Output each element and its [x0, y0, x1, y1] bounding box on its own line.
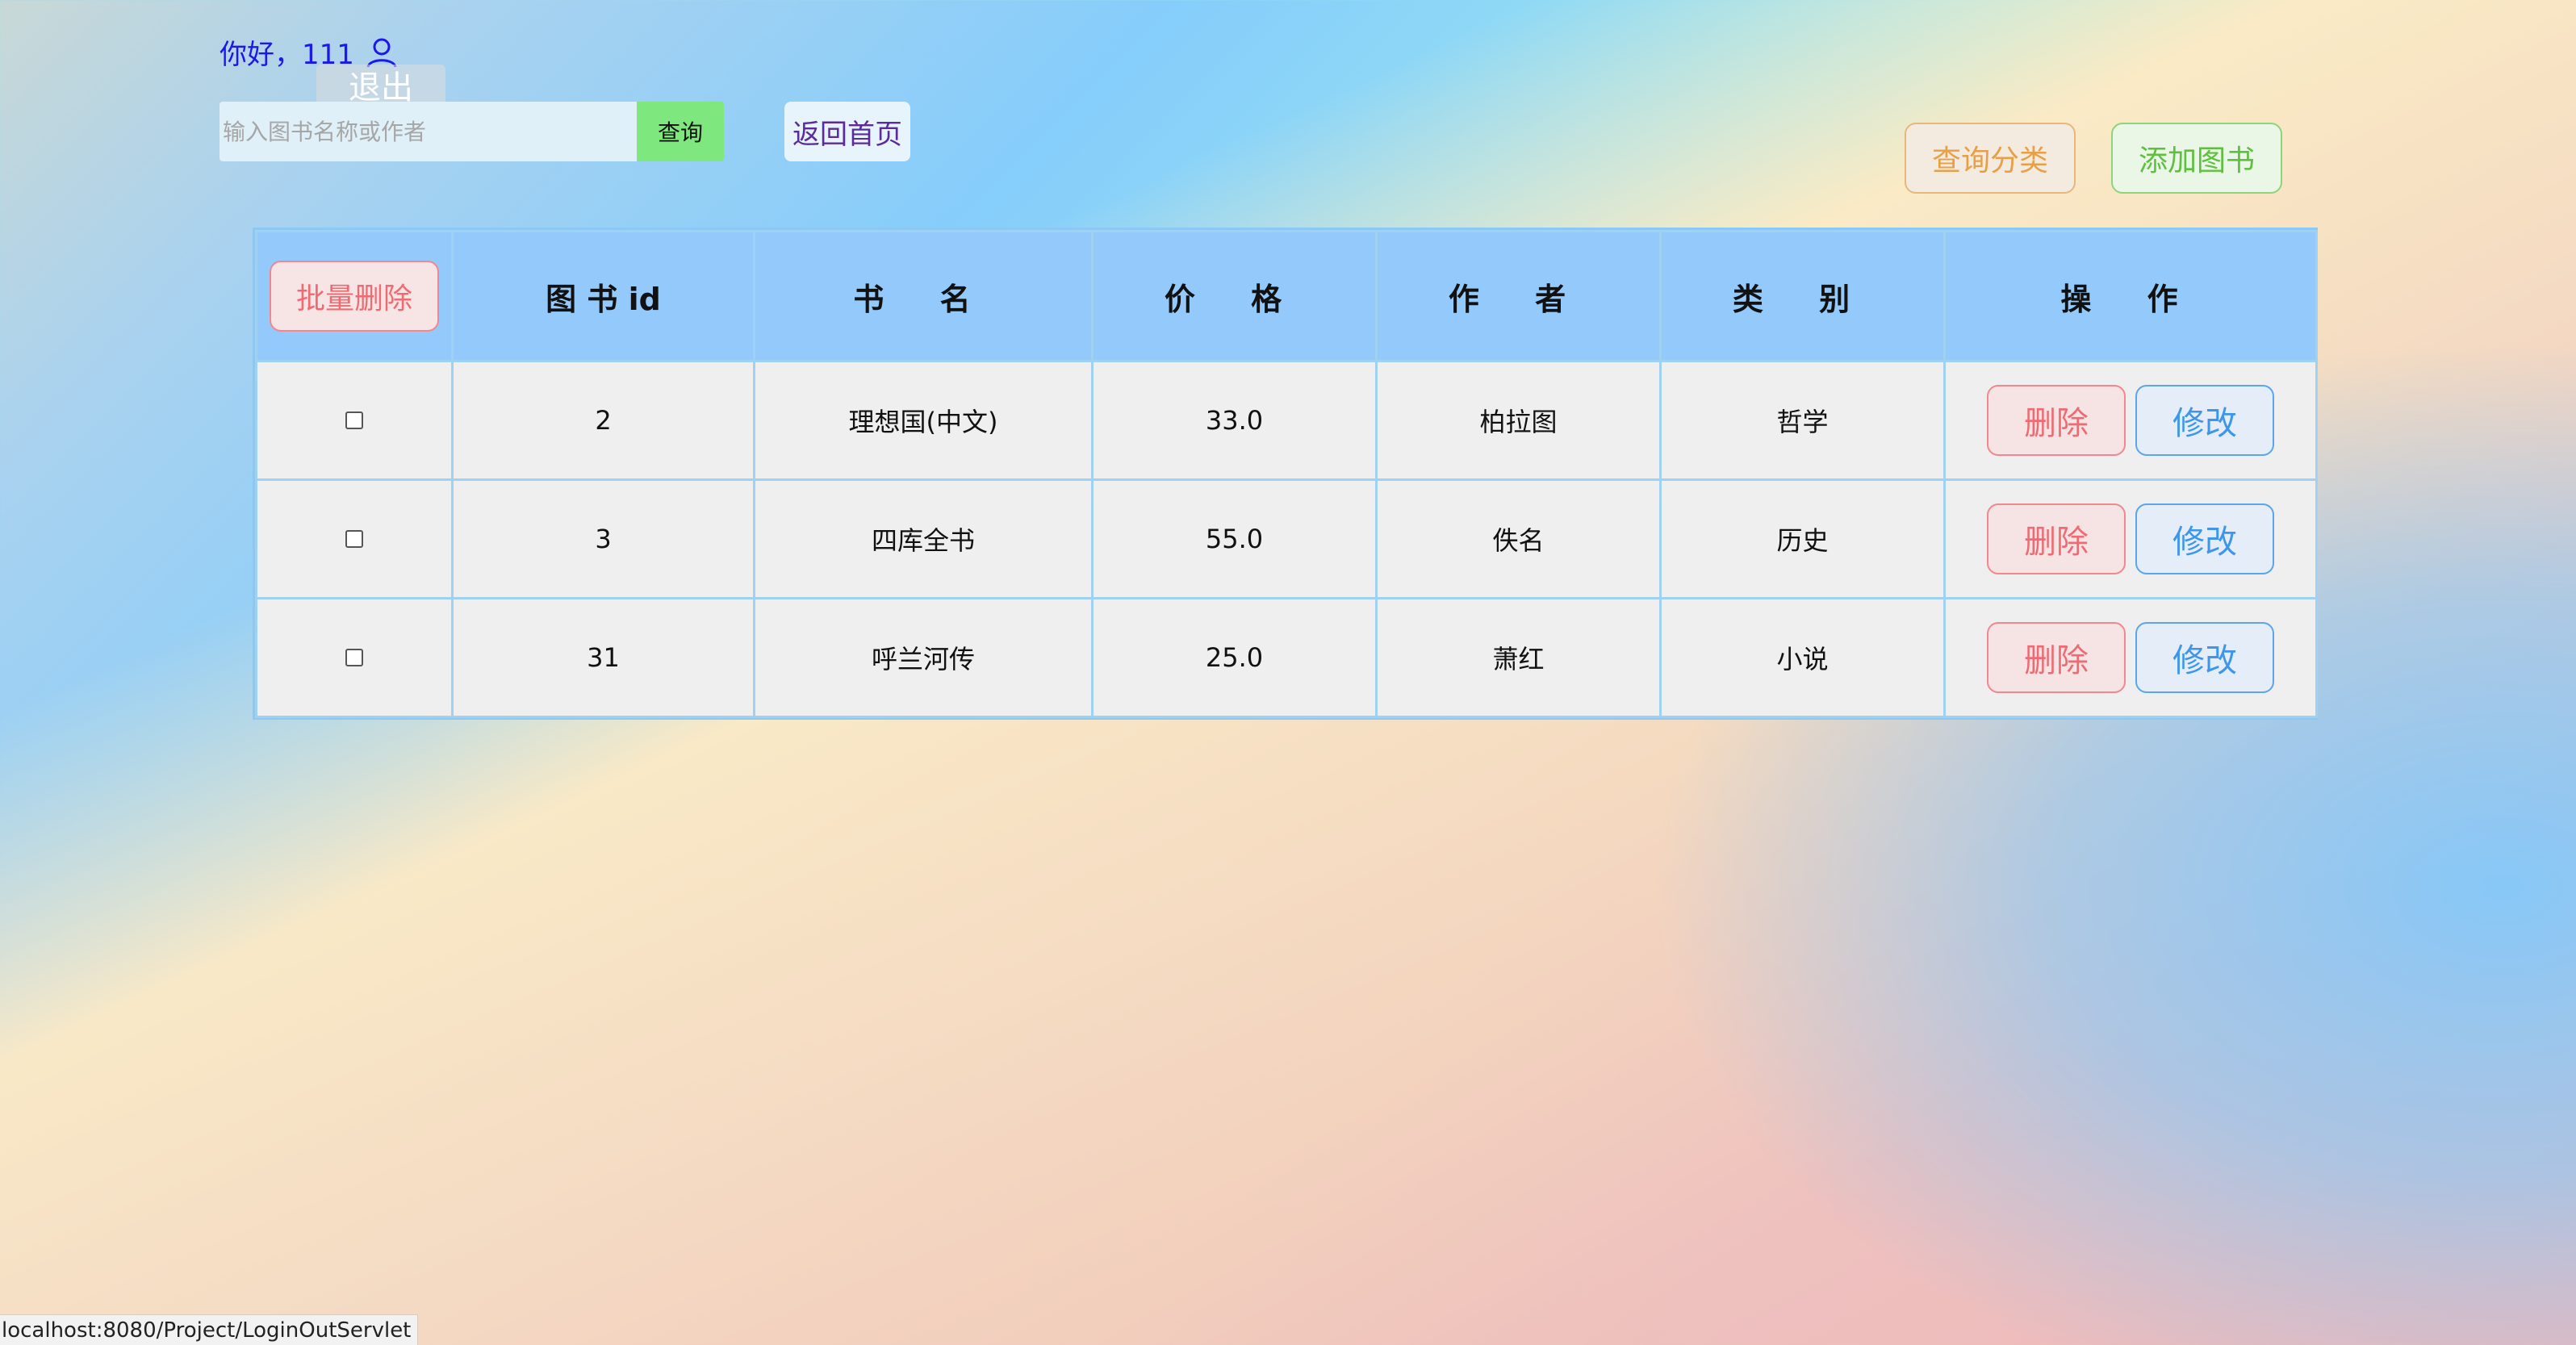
- batch-delete-cell: 批量删除: [255, 230, 454, 362]
- delete-button[interactable]: 删除: [1987, 385, 2126, 456]
- book-name-cell: 四库全书: [753, 478, 1094, 599]
- edit-button[interactable]: 修改: [2135, 622, 2274, 693]
- book-author-cell: 萧红: [1375, 597, 1662, 718]
- add-book-button[interactable]: 添加图书: [2111, 123, 2282, 194]
- row-select-cell: [255, 478, 454, 599]
- status-bar-url: localhost:8080/Project/LoginOutServlet: [0, 1314, 419, 1345]
- row-actions-cell: 删除 修改: [1943, 597, 2318, 718]
- row-select-cell: [255, 597, 454, 718]
- back-home-button[interactable]: 返回首页: [784, 102, 910, 161]
- table-header-row: 批量删除 图 书 id 书 名 价 格 作 者 类 别 操 作: [255, 230, 2318, 362]
- book-name-cell: 理想国(中文): [753, 360, 1094, 481]
- row-actions-cell: 删除 修改: [1943, 360, 2318, 481]
- search-button[interactable]: 查询: [637, 102, 724, 161]
- row-checkbox[interactable]: [345, 530, 363, 548]
- column-header-id: 图 书 id: [451, 230, 755, 362]
- column-header-category: 类 别: [1659, 230, 1946, 362]
- edit-button[interactable]: 修改: [2135, 385, 2274, 456]
- book-id-cell: 2: [451, 360, 755, 481]
- column-header-price: 价 格: [1091, 230, 1378, 362]
- delete-button[interactable]: 删除: [1987, 622, 2126, 693]
- column-header-author: 作 者: [1375, 230, 1662, 362]
- page: 你好，111 退出 查询 返回首页 查询分类 添加图书 批量删除: [0, 0, 2576, 1345]
- row-checkbox[interactable]: [345, 411, 363, 429]
- book-category-cell: 历史: [1659, 478, 1946, 599]
- delete-button[interactable]: 删除: [1987, 503, 2126, 574]
- books-table: 批量删除 图 书 id 书 名 价 格 作 者 类 别 操 作 2 理想国(中文…: [253, 228, 2318, 720]
- column-header-name: 书 名: [753, 230, 1094, 362]
- table-row: 3 四库全书 55.0 佚名 历史 删除 修改: [255, 478, 2318, 599]
- row-select-cell: [255, 360, 454, 481]
- book-name-cell: 呼兰河传: [753, 597, 1094, 718]
- column-header-actions: 操 作: [1943, 230, 2318, 362]
- book-author-cell: 佚名: [1375, 478, 1662, 599]
- edit-button[interactable]: 修改: [2135, 503, 2274, 574]
- table-row: 31 呼兰河传 25.0 萧红 小说 删除 修改: [255, 597, 2318, 718]
- book-price-cell: 25.0: [1091, 597, 1378, 718]
- row-actions-cell: 删除 修改: [1943, 478, 2318, 599]
- book-category-cell: 小说: [1659, 597, 1946, 718]
- book-price-cell: 55.0: [1091, 478, 1378, 599]
- batch-delete-button[interactable]: 批量删除: [270, 261, 439, 332]
- book-category-cell: 哲学: [1659, 360, 1946, 481]
- search-input[interactable]: [220, 102, 638, 161]
- book-author-cell: 柏拉图: [1375, 360, 1662, 481]
- book-id-cell: 31: [451, 597, 755, 718]
- book-id-cell: 3: [451, 478, 755, 599]
- table-row: 2 理想国(中文) 33.0 柏拉图 哲学 删除 修改: [255, 360, 2318, 481]
- book-price-cell: 33.0: [1091, 360, 1378, 481]
- query-category-button[interactable]: 查询分类: [1905, 123, 2076, 194]
- row-checkbox[interactable]: [345, 649, 363, 666]
